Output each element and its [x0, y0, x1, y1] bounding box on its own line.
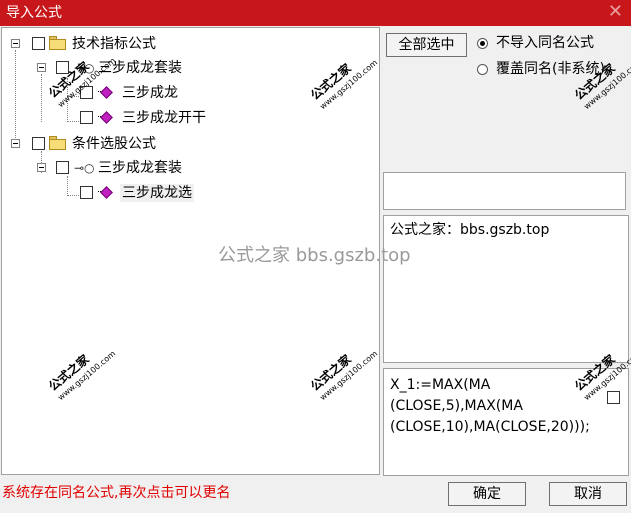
formula-code-text: X_1:=MAX(MA (CLOSE,5),MAX(MA (CLOSE,10),… — [390, 377, 590, 435]
close-icon[interactable]: ✕ — [608, 2, 623, 22]
description-text: 公式之家：bbs.gszb.top — [390, 222, 550, 238]
code-checkbox[interactable] — [607, 391, 620, 404]
center-watermark: 公式之家 bbs.gszb.top — [218, 245, 411, 266]
tree-node-formula[interactable]: 三步成龙选 — [2, 182, 242, 204]
tree-node-screening-set[interactable]: ⊸○ 三步成龙套装 — [2, 157, 242, 179]
overwrite-duplicate-radio[interactable] — [477, 64, 488, 75]
tree-node-label: 三步成龙套装 — [98, 160, 182, 176]
tree-node-formula[interactable]: 三步成龙 — [2, 82, 242, 104]
cancel-button[interactable]: 取消 — [549, 482, 627, 506]
key-icon: ⊸○ — [74, 161, 95, 175]
tree-node-label: 三步成龙开干 — [122, 110, 206, 126]
checkbox[interactable] — [80, 186, 93, 199]
status-message: 系统存在同名公式,再次点击可以更名 — [2, 485, 231, 501]
checkbox[interactable] — [56, 161, 69, 174]
title-bar: 导入公式 ✕ — [0, 0, 631, 26]
checkbox[interactable] — [80, 111, 93, 124]
folder-icon — [49, 136, 67, 150]
folder-icon — [49, 36, 67, 50]
formula-icon — [98, 186, 114, 200]
ok-button[interactable]: 确定 — [448, 482, 526, 506]
collapse-icon[interactable] — [11, 139, 20, 148]
name-field[interactable] — [383, 172, 626, 210]
watermark: 公式之家 www.gszj100.com — [572, 57, 631, 112]
tree-node-indicator-set[interactable]: ⊸○ 三步成龙套装 — [2, 57, 242, 79]
formula-icon — [98, 86, 114, 100]
checkbox[interactable] — [32, 137, 45, 150]
skip-duplicate-label: 不导入同名公式 — [496, 35, 594, 51]
collapse-icon[interactable] — [37, 63, 46, 72]
tree-node-label: 三步成龙选 — [120, 184, 194, 202]
tree-node-formula[interactable]: 三步成龙开干 — [2, 107, 242, 129]
tree-node-label: 三步成龙 — [122, 85, 178, 101]
collapse-icon[interactable] — [11, 39, 20, 48]
tree-node-screening-group[interactable]: 条件选股公式 — [2, 133, 202, 155]
skip-duplicate-radio[interactable] — [477, 38, 488, 49]
tree-node-label: 条件选股公式 — [72, 136, 156, 152]
description-box[interactable]: 公式之家：bbs.gszb.top — [383, 215, 629, 363]
overwrite-duplicate-label: 覆盖同名(非系统) — [496, 61, 605, 77]
checkbox[interactable] — [32, 37, 45, 50]
collapse-icon[interactable] — [37, 163, 46, 172]
formula-icon — [98, 111, 114, 125]
select-all-button[interactable]: 全部选中 — [386, 33, 467, 57]
window-title: 导入公式 — [6, 5, 62, 21]
tree-node-label: 技术指标公式 — [72, 36, 156, 52]
